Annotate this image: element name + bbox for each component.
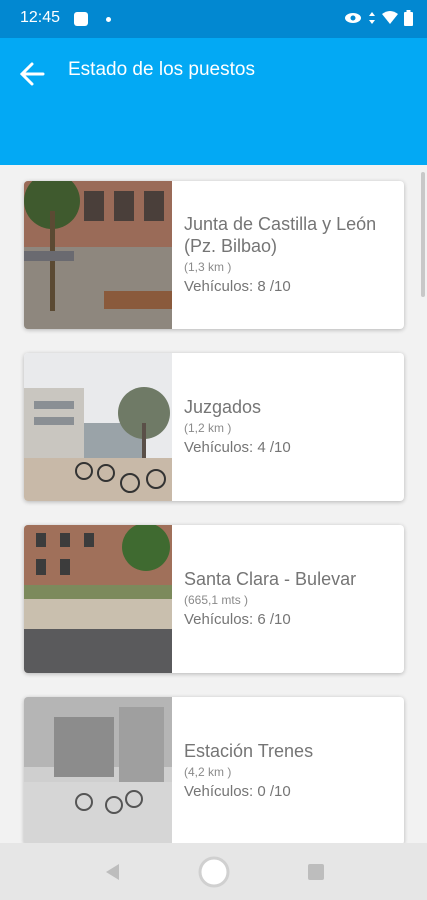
nav-back-button[interactable]	[92, 843, 132, 900]
station-photo	[24, 181, 172, 329]
station-info: Estación Trenes (4,2 km ) Vehículos: 0 /…	[184, 697, 396, 843]
station-card[interactable]: Juzgados (1,2 km ) Vehículos: 4 /10	[24, 353, 404, 501]
station-distance: (665,1 mts )	[184, 593, 249, 607]
station-card[interactable]: Estación Trenes (4,2 km ) Vehículos: 0 /…	[24, 697, 404, 843]
station-name: Junta de Castilla y León (Pz. Bilbao)	[184, 214, 377, 256]
station-photo	[24, 353, 172, 501]
station-vehicles: Vehículos: 8 /10	[184, 278, 291, 295]
square-recents-icon	[308, 863, 324, 880]
app-bar: Estado de los puestos	[0, 38, 427, 165]
wifi-icon	[382, 11, 398, 24]
station-list[interactable]: Junta de Castilla y León (Pz. Bilbao) (1…	[0, 165, 427, 843]
status-time: 12:45	[20, 9, 61, 26]
notification-icon	[74, 12, 88, 26]
scrollbar[interactable]	[421, 172, 425, 297]
notification-dot-icon	[106, 17, 111, 22]
eye-icon	[345, 13, 361, 23]
station-distance: (4,2 km )	[184, 765, 232, 779]
data-arrows-icon	[369, 12, 375, 24]
station-vehicles: Vehículos: 6 /10	[184, 611, 291, 628]
station-vehicles: Vehículos: 4 /10	[184, 439, 291, 456]
station-card[interactable]: Junta de Castilla y León (Pz. Bilbao) (1…	[24, 181, 404, 329]
triangle-back-icon	[106, 863, 119, 880]
station-info: Junta de Castilla y León (Pz. Bilbao) (1…	[184, 181, 396, 329]
station-photo	[24, 697, 172, 843]
page-title: Estado de los puestos	[68, 59, 255, 80]
station-photo	[24, 525, 172, 673]
status-bar: 12:45	[0, 0, 427, 38]
navigation-bar	[0, 843, 427, 900]
station-info: Juzgados (1,2 km ) Vehículos: 4 /10	[184, 353, 396, 501]
station-name: Santa Clara - Bulevar	[184, 569, 357, 589]
station-card[interactable]: Santa Clara - Bulevar (665,1 mts ) Vehíc…	[24, 525, 404, 673]
nav-recents-button[interactable]	[296, 843, 336, 900]
system-icons	[344, 10, 413, 26]
arrow-left-icon	[19, 62, 45, 86]
station-vehicles: Vehículos: 0 /10	[184, 783, 291, 800]
battery-icon	[404, 10, 413, 26]
nav-home-button[interactable]	[193, 843, 235, 900]
station-info: Santa Clara - Bulevar (665,1 mts ) Vehíc…	[184, 525, 396, 673]
station-distance: (1,2 km )	[184, 421, 232, 435]
circle-home-icon	[198, 856, 230, 887]
back-button[interactable]	[14, 56, 50, 92]
station-name: Juzgados	[184, 397, 262, 417]
station-name: Estación Trenes	[184, 741, 314, 761]
station-distance: (1,3 km )	[184, 260, 232, 274]
